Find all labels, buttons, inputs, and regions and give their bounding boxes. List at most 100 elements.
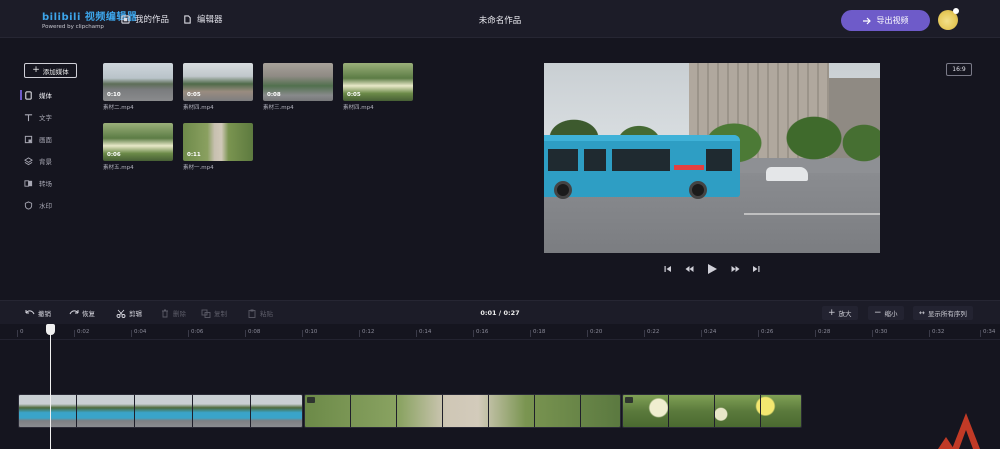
media-thumbnail[interactable]: 0:10 素材二.mp4 [103, 63, 173, 115]
ruler-tick: 0:08 [244, 329, 261, 337]
timeline-clip-bus[interactable] [18, 394, 303, 428]
timeline-ruler[interactable]: 0 0:02 0:04 0:06 0:08 0:10 0:12 0:14 0:1… [0, 324, 1000, 340]
copy-button[interactable]: 复制 [201, 307, 227, 319]
sidebar-item-label: 媒体 [39, 92, 52, 100]
media-duration: 0:11 [187, 152, 201, 158]
layers-icon [24, 156, 33, 165]
cut-label: 剪辑 [129, 310, 142, 318]
sidebar-item-label: 水印 [39, 202, 52, 210]
preview-bus-led-sign [674, 165, 704, 170]
zoom-in-button[interactable]: + 放大 [822, 306, 858, 320]
top-bar: bilibili 视频编辑器 Powered by clipchamp 我的作品… [0, 0, 1000, 38]
ruler-tick: 0:26 [757, 329, 774, 337]
expand-icon: ↔ [919, 309, 925, 317]
paste-icon [248, 309, 256, 318]
show-all-button[interactable]: ↔ 显示所有序列 [913, 306, 973, 320]
ruler-tick: 0:20 [586, 329, 603, 337]
media-duration: 0:05 [347, 92, 361, 98]
timeline-clip-path[interactable] [304, 394, 621, 428]
playhead-handle[interactable] [46, 324, 55, 335]
timeline-clip-flowers[interactable] [622, 394, 802, 428]
rewind-icon[interactable] [685, 265, 694, 273]
sidebar-item-frame[interactable]: 画面 [24, 133, 84, 145]
delete-button[interactable]: 删除 [160, 307, 186, 319]
preview-lane-marking [744, 213, 880, 215]
preview-bus-roof [544, 135, 740, 141]
plus-icon: + [32, 65, 40, 75]
delete-label: 删除 [173, 310, 186, 318]
ruler-tick: 0:04 [130, 329, 147, 337]
clip-transition-marker[interactable] [625, 397, 633, 403]
media-thumbnail[interactable]: 0:08 素材三.mp4 [263, 63, 333, 115]
zoom-out-button[interactable]: − 缩小 [868, 306, 904, 320]
aspect-ratio-button[interactable]: 16:9 [946, 63, 972, 76]
undo-button[interactable]: 撤销 [25, 307, 51, 319]
timeline-toolbar: 撤销 恢复 剪辑 删除 复制 粘贴 0:01 / 0:27 + 放大 − 缩小 … [0, 300, 1000, 324]
ruler-tick: 0:28 [814, 329, 831, 337]
time-display: 0:01 / 0:27 [480, 309, 520, 317]
skip-start-icon[interactable] [664, 265, 672, 273]
preview-bus-wheel [689, 181, 707, 199]
video-preview[interactable] [544, 63, 880, 253]
media-duration: 0:06 [107, 152, 121, 158]
sidebar-item-transition[interactable]: 转场 [24, 177, 84, 189]
copy-label: 复制 [214, 310, 227, 318]
clip-transition-marker[interactable] [307, 397, 315, 403]
transition-icon [24, 179, 33, 187]
text-icon [24, 113, 33, 121]
media-thumbnail[interactable]: 0:06 素材五.mp4 [103, 123, 173, 175]
sidebar-item-label: 转场 [39, 180, 52, 188]
sidebar-item-media[interactable]: 媒体 [20, 89, 84, 101]
media-thumbnail[interactable]: 0:11 素材一.mp4 [183, 123, 253, 175]
ruler-tick: 0:18 [529, 329, 546, 337]
redo-button[interactable]: 恢复 [69, 307, 95, 319]
undo-label: 撤销 [38, 310, 51, 318]
play-icon[interactable] [706, 263, 718, 275]
sidebar-item-label: 画面 [39, 136, 52, 144]
scissors-icon [116, 309, 126, 318]
corner-logo [938, 413, 980, 449]
trash-icon [162, 309, 168, 317]
media-filename: 素材四.mp4 [343, 105, 374, 111]
fast-forward-icon[interactable] [731, 265, 740, 273]
ruler-tick: 0:02 [73, 329, 90, 337]
ruler-tick: 0:10 [301, 329, 318, 337]
undo-icon [25, 309, 35, 314]
show-all-label: 显示所有序列 [927, 310, 967, 318]
ruler-tick: 0:16 [472, 329, 489, 337]
sidebar-item-background[interactable]: 背景 [24, 155, 84, 167]
zoom-out-label: 缩小 [884, 310, 898, 318]
preview-bus-window [548, 149, 578, 171]
preview-bus-wheel [554, 181, 572, 199]
paste-button[interactable]: 粘贴 [247, 307, 273, 319]
minus-icon: − [874, 308, 882, 318]
cut-button[interactable]: 剪辑 [116, 307, 142, 319]
sidebar-item-label: 文字 [39, 114, 52, 122]
media-filename: 素材一.mp4 [183, 165, 214, 171]
media-icon [25, 90, 32, 100]
sidebar-item-watermark[interactable]: 水印 [24, 199, 84, 211]
playhead-line [50, 324, 51, 449]
redo-label: 恢复 [82, 310, 95, 318]
ruler-tick: 0:06 [187, 329, 204, 337]
add-media-button[interactable]: + 添加媒体 [24, 63, 77, 78]
media-duration: 0:05 [187, 92, 201, 98]
ruler-tick: 0:32 [928, 329, 945, 337]
add-media-label: 添加媒体 [42, 67, 69, 76]
export-button[interactable]: 导出视频 [841, 10, 930, 31]
media-filename: 素材三.mp4 [263, 105, 294, 111]
ruler-tick: 0 [17, 329, 24, 337]
media-thumbnail[interactable]: 0:05 素材四.mp4 [343, 63, 413, 115]
media-duration: 0:08 [267, 92, 281, 98]
ruler-tick: 0:14 [415, 329, 432, 337]
sidebar-item-text[interactable]: 文字 [24, 111, 84, 123]
plus-icon: + [828, 308, 836, 318]
skip-end-icon[interactable] [752, 265, 760, 273]
preview-bus-door [706, 149, 732, 171]
frame-icon [24, 135, 33, 143]
media-duration: 0:10 [107, 92, 121, 98]
media-thumbnail[interactable]: 0:05 素材四.mp4 [183, 63, 253, 115]
redo-icon [69, 309, 79, 314]
media-filename: 素材五.mp4 [103, 165, 134, 171]
copy-icon [201, 309, 211, 318]
